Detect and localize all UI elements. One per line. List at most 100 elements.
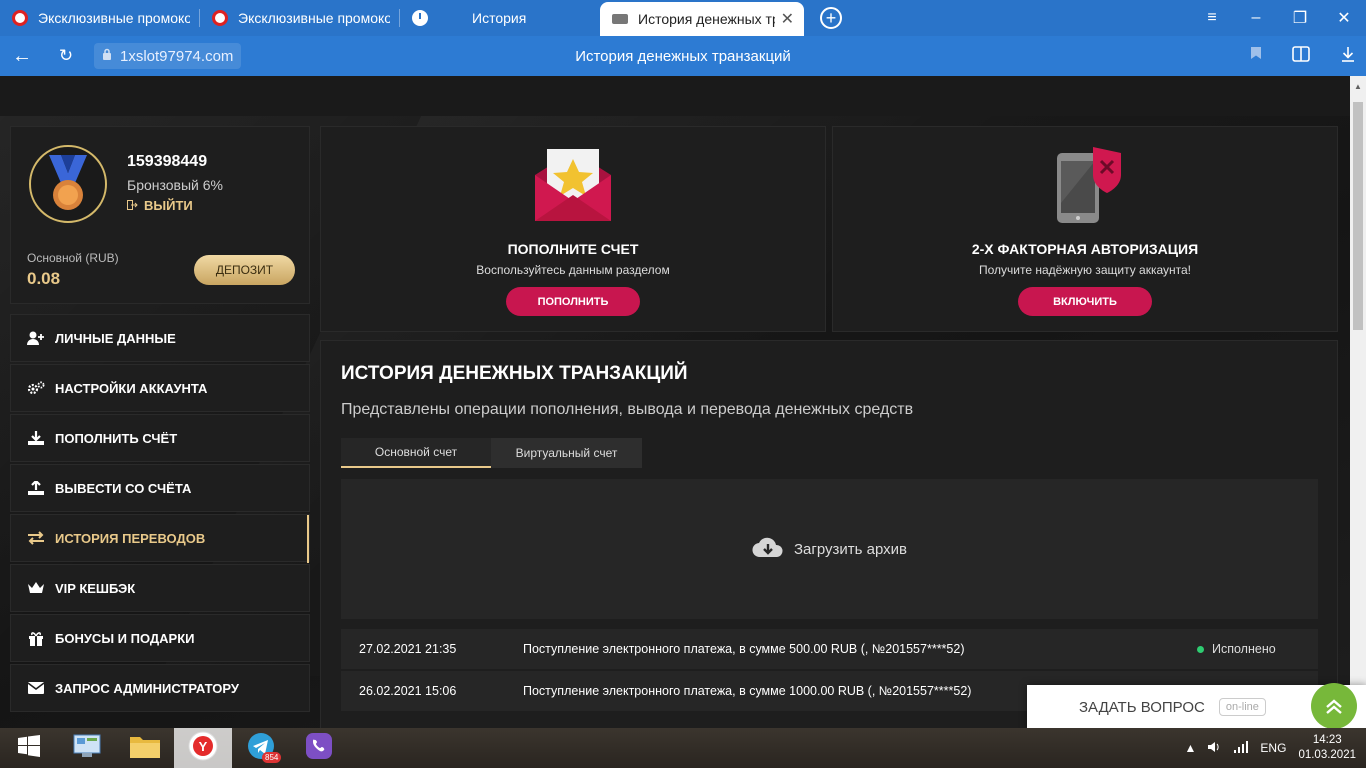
transfer-arrows-icon	[27, 531, 45, 545]
minimize-icon[interactable]: –	[1234, 9, 1278, 27]
ask-question-widget[interactable]: ЗАДАТЬ ВОПРОС on-line	[1027, 683, 1366, 729]
upload-icon	[27, 481, 45, 495]
menu-item-label: ПОПОЛНИТЬ СЧЁТ	[55, 430, 178, 446]
browser-tab[interactable]: Эксклюзивные промокод	[0, 0, 200, 36]
download-icon[interactable]	[1340, 46, 1356, 67]
transaction-date: 27.02.2021 21:35	[359, 642, 457, 656]
clock-time: 14:23	[1312, 734, 1342, 746]
menu-item-deposit[interactable]: ПОПОЛНИТЬ СЧЁТ	[10, 414, 310, 462]
browser-tab-active[interactable]: История денежных тр ✕	[600, 2, 804, 36]
svg-text:Y: Y	[199, 739, 208, 754]
logout-link[interactable]: ВЫЙТИ	[127, 198, 193, 213]
taskbar-yandex-browser[interactable]: Y	[174, 728, 232, 768]
lock-icon	[102, 48, 112, 64]
menu-item-withdraw[interactable]: ВЫВЕСТИ СО СЧЁТА	[10, 464, 310, 512]
cloud-download-icon	[752, 536, 784, 562]
network-signal-icon[interactable]	[1234, 740, 1249, 756]
new-tab-button[interactable]: +	[820, 7, 842, 29]
scroll-up-icon[interactable]: ▲	[1350, 82, 1366, 91]
windows-logo-icon	[18, 734, 40, 762]
taskbar-control-panel[interactable]	[58, 728, 116, 768]
transaction-status: Исполнено	[1197, 642, 1276, 656]
balance-label: Основной (RUB)	[27, 251, 119, 265]
browser-tab-strip: Эксклюзивные промокод Эксклюзивные промо…	[0, 0, 1366, 36]
user-level: Бронзовый 6%	[127, 177, 223, 193]
chat-label: ЗАДАТЬ ВОПРОС	[1079, 698, 1205, 716]
menu-item-label: ЗАПРОС АДМИНИСТРАТОРУ	[55, 680, 239, 696]
menu-item-label: НАСТРОЙКИ АККАУНТА	[55, 380, 208, 396]
windows-taskbar: Y 854 ▲ ENG 14:23 01.03.2021	[0, 728, 1366, 768]
account-tabs: Основной счет Виртуальный счет	[341, 438, 642, 468]
promo-deposit-card: ПОПОЛНИТЕ СЧЕТ Воспользуйтесь данным раз…	[320, 126, 826, 332]
browser-tab[interactable]: История	[400, 0, 600, 36]
start-button[interactable]	[0, 728, 58, 768]
menu-item-label: VIP КЕШБЭК	[55, 580, 136, 596]
promo-favicon-icon	[12, 10, 28, 26]
phone-shield-icon	[833, 145, 1337, 225]
profile-card: 159398449 Бронзовый 6% ВЫЙТИ Основной (R…	[10, 126, 310, 304]
promo-title: 2-Х ФАКТОРНАЯ АВТОРИЗАЦИЯ	[971, 241, 1199, 257]
menu-item-label: ЛИЧНЫЕ ДАННЫЕ	[55, 330, 176, 346]
chevron-up-icon[interactable]	[1311, 683, 1357, 729]
system-tray: ▲ ENG 14:23 01.03.2021	[1185, 728, 1356, 768]
bookmark-icon[interactable]	[1250, 46, 1262, 67]
top-up-button[interactable]: ПОПОЛНИТЬ	[506, 287, 640, 316]
reload-icon[interactable]: ↻	[44, 46, 88, 66]
deposit-button[interactable]: ДЕПОЗИТ	[194, 255, 295, 285]
history-favicon-icon	[412, 10, 428, 26]
tray-expand-icon[interactable]: ▲	[1185, 741, 1197, 755]
menu-item-personal-data[interactable]: ЛИЧНЫЕ ДАННЫЕ	[10, 314, 310, 362]
page-viewport: 159398449 Бронзовый 6% ВЫЙТИ Основной (R…	[0, 76, 1350, 728]
viber-icon	[305, 732, 333, 765]
online-badge: on-line	[1218, 698, 1266, 716]
section-title: ИСТОРИЯ ДЕНЕЖНЫХ ТРАНЗАКЦИЙ	[341, 363, 688, 384]
close-window-icon[interactable]: ✕	[1322, 8, 1366, 28]
user-id: 159398449	[127, 153, 208, 170]
clock-date: 01.03.2021	[1298, 749, 1356, 761]
transaction-description: Поступление электронного платежа, в сумм…	[523, 684, 972, 698]
restore-icon[interactable]: ❐	[1278, 8, 1322, 28]
url-field[interactable]: 1xslot97974.com	[94, 43, 242, 69]
menu-item-label: ВЫВЕСТИ СО СЧЁТА	[55, 480, 192, 496]
user-add-icon	[27, 331, 45, 345]
menu-item-bonuses[interactable]: БОНУСЫ И ПОДАРКИ	[10, 614, 310, 662]
volume-icon[interactable]	[1208, 741, 1222, 756]
page-scrollbar[interactable]: ▲ ▼	[1350, 76, 1366, 728]
site-header	[0, 76, 1350, 116]
logout-icon	[127, 198, 138, 213]
control-panel-icon	[72, 732, 102, 765]
menu-item-admin-request[interactable]: ЗАПРОС АДМИНИСТРАТОРУ	[10, 664, 310, 712]
load-archive-button[interactable]: Загрузить архив	[341, 479, 1318, 619]
promo-favicon-icon	[212, 10, 228, 26]
download-icon	[27, 431, 45, 445]
taskbar-viber[interactable]	[290, 728, 348, 768]
status-dot-icon	[1197, 645, 1204, 653]
taskbar-file-explorer[interactable]	[116, 728, 174, 768]
browser-tab[interactable]: Эксклюзивные промокод	[200, 0, 400, 36]
collections-icon[interactable]	[1292, 45, 1310, 67]
gears-icon	[27, 381, 45, 395]
tab-label: Эксклюзивные промокод	[238, 10, 390, 26]
menu-icon[interactable]: ≡	[1190, 9, 1234, 27]
promo-subtitle: Воспользуйтесь данным разделом	[476, 263, 670, 277]
close-tab-icon[interactable]: ✕	[781, 9, 794, 29]
enable-2fa-button[interactable]: ВКЛЮЧИТЬ	[1018, 287, 1152, 316]
tab-label: История денежных тр	[638, 11, 775, 27]
language-indicator[interactable]: ENG	[1260, 741, 1286, 755]
tab-label: Эксклюзивные промокод	[38, 10, 190, 26]
taskbar-telegram[interactable]: 854	[232, 728, 290, 768]
scrollbar-thumb[interactable]	[1353, 102, 1363, 330]
menu-item-account-settings[interactable]: НАСТРОЙКИ АККАУНТА	[10, 364, 310, 412]
address-bar: ← ↻ 1xslot97974.com История денежных тра…	[0, 36, 1366, 76]
tab-virtual-account[interactable]: Виртуальный счет	[491, 438, 642, 468]
system-clock[interactable]: 14:23 01.03.2021	[1298, 733, 1356, 763]
tab-main-account[interactable]: Основной счет	[341, 438, 491, 468]
back-arrow-icon[interactable]: ←	[0, 45, 44, 68]
promo-subtitle: Получите надёжную защиту аккаунта!	[978, 263, 1191, 277]
folder-icon	[129, 733, 161, 764]
table-row: 27.02.2021 21:35 Поступление электронног…	[341, 629, 1318, 669]
tab-label: История	[472, 10, 527, 26]
menu-item-vip-cashback[interactable]: VIP КЕШБЭК	[10, 564, 310, 612]
menu-item-transfer-history[interactable]: ИСТОРИЯ ПЕРЕВОДОВ	[10, 514, 310, 563]
promo-title: ПОПОЛНИТЕ СЧЕТ	[507, 241, 639, 257]
